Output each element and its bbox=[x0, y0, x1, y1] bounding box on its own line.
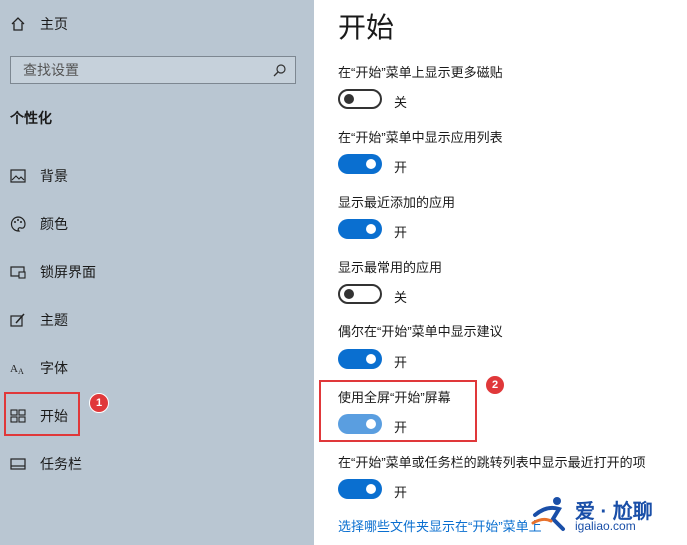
annotation-badge: 1 bbox=[89, 393, 109, 413]
search-input[interactable] bbox=[11, 57, 273, 83]
runner-logo-icon bbox=[531, 497, 565, 531]
setting-label: 偶尔在“开始”菜单中显示建议 bbox=[338, 324, 503, 339]
search-box[interactable] bbox=[10, 56, 296, 84]
sidebar-item-label: 锁屏界面 bbox=[40, 264, 96, 280]
toggle-state: 关 bbox=[394, 290, 408, 305]
toggle-state: 开 bbox=[394, 160, 408, 175]
toggle-suggestions[interactable] bbox=[338, 349, 382, 369]
sidebar-item-colors[interactable]: 颜色 bbox=[10, 213, 68, 235]
highlight-box-start bbox=[4, 392, 80, 436]
toggle-app-list[interactable] bbox=[338, 154, 382, 174]
annotation-badge: 2 bbox=[485, 375, 505, 395]
setting-label: 在“开始”菜单或任务栏的跳转列表中显示最近打开的项 bbox=[338, 455, 646, 470]
picture-icon bbox=[10, 168, 26, 184]
sidebar-home-label: 主页 bbox=[40, 16, 68, 32]
sidebar-item-label: 背景 bbox=[40, 168, 68, 184]
sidebar-item-label: 颜色 bbox=[40, 216, 68, 232]
toggle-more-tiles[interactable] bbox=[338, 89, 382, 109]
sidebar: 主页 个性化 背景 颜色 锁屏界面 主题 AA 字体 bbox=[0, 0, 314, 545]
choose-folders-link[interactable]: 选择哪些文件夹显示在“开始”菜单上 bbox=[338, 516, 542, 535]
sidebar-item-label: 字体 bbox=[40, 360, 68, 376]
home-icon bbox=[11, 17, 25, 31]
toggle-state: 关 bbox=[394, 95, 408, 110]
sidebar-item-label: 任务栏 bbox=[40, 456, 82, 472]
sidebar-item-background[interactable]: 背景 bbox=[10, 165, 68, 187]
watermark: 爱 · 尬聊 igaliao.com bbox=[529, 495, 679, 535]
setting-label: 在“开始”菜单上显示更多磁贴 bbox=[338, 65, 503, 80]
toggle-most-used[interactable] bbox=[338, 284, 382, 304]
sidebar-item-lock-screen[interactable]: 锁屏界面 bbox=[10, 261, 96, 283]
svg-text:A: A bbox=[10, 363, 18, 375]
sidebar-item-themes[interactable]: 主题 bbox=[10, 309, 68, 331]
lock-screen-icon bbox=[10, 264, 26, 280]
toggle-state: 开 bbox=[394, 485, 408, 500]
theme-icon bbox=[10, 312, 26, 328]
font-icon: AA bbox=[10, 360, 26, 376]
sidebar-item-taskbar[interactable]: 任务栏 bbox=[10, 453, 82, 475]
setting-label: 显示最近添加的应用 bbox=[338, 195, 456, 210]
svg-text:A: A bbox=[18, 367, 24, 375]
toggle-state: 开 bbox=[394, 225, 408, 240]
palette-icon bbox=[10, 216, 26, 232]
sidebar-item-fonts[interactable]: AA 字体 bbox=[10, 357, 68, 379]
toggle-jump-list[interactable] bbox=[338, 479, 382, 499]
section-title: 个性化 bbox=[10, 110, 52, 126]
taskbar-icon bbox=[10, 456, 26, 472]
highlight-box-fullscreen bbox=[319, 380, 477, 442]
watermark-url: igaliao.com bbox=[575, 519, 636, 533]
search-icon[interactable] bbox=[273, 63, 287, 77]
setting-label: 在“开始”菜单中显示应用列表 bbox=[338, 130, 503, 145]
toggle-state: 开 bbox=[394, 355, 408, 370]
setting-label: 显示最常用的应用 bbox=[338, 260, 443, 275]
toggle-recently-added[interactable] bbox=[338, 219, 382, 239]
sidebar-item-label: 主题 bbox=[40, 312, 68, 328]
sidebar-item-home[interactable]: 主页 bbox=[10, 14, 68, 34]
page-title: 开始 bbox=[338, 12, 395, 43]
